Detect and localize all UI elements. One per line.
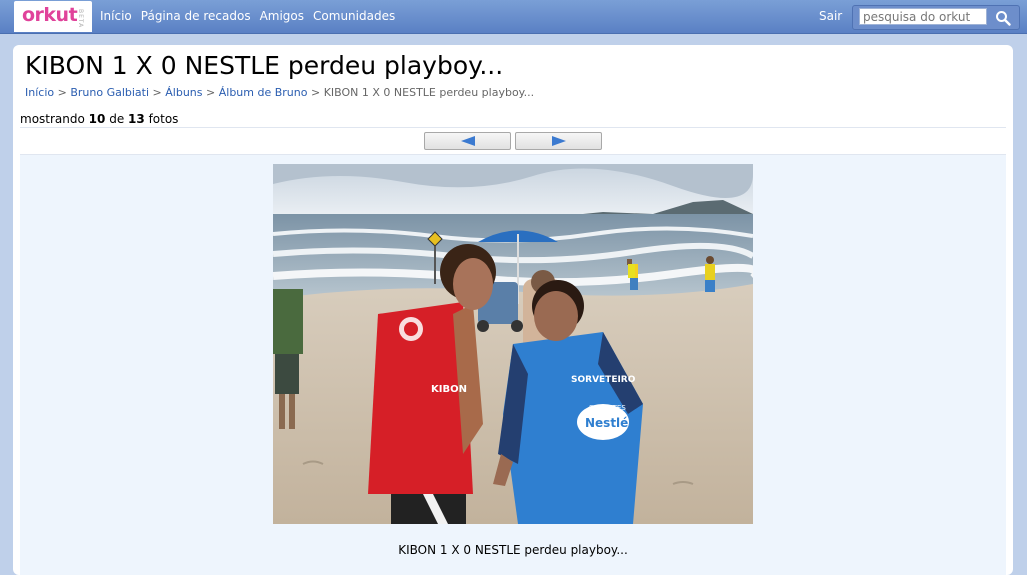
orkut-logo[interactable]: orkut BETA — [14, 1, 92, 32]
nestle-shirt-logo: Nestlé — [585, 416, 628, 430]
breadcrumb-albuns[interactable]: Álbuns — [165, 86, 202, 99]
main-nav: Início Página de recados Amigos Comunida… — [100, 9, 395, 23]
breadcrumb-album[interactable]: Álbum de Bruno — [219, 86, 308, 99]
breadcrumb-user[interactable]: Bruno Galbiati — [70, 86, 149, 99]
counter-prefix: mostrando — [20, 112, 85, 126]
breadcrumb-separator: > — [310, 86, 321, 99]
breadcrumb-separator: > — [206, 86, 216, 99]
nav-item-amigos[interactable]: Amigos — [260, 9, 304, 23]
counter-suffix: fotos — [148, 112, 179, 126]
main-panel: KIBON 1 X 0 NESTLE perdeu playboy... Iní… — [13, 45, 1013, 575]
search-input[interactable] — [859, 8, 987, 25]
sorveteiro-shirt-text: SORVETEIRO — [571, 375, 636, 385]
search-box — [852, 5, 1020, 30]
counter-total: 13 — [128, 112, 145, 126]
breadcrumb-current: KIBON 1 X 0 NESTLE perdeu playboy... — [323, 86, 535, 99]
nav-item-comunidades[interactable]: Comunidades — [313, 9, 395, 23]
nav-item-inicio[interactable]: Início — [100, 9, 132, 23]
breadcrumb: Início > Bruno Galbiati > Álbuns > Álbum… — [25, 86, 534, 99]
logo-text: orkut — [22, 4, 78, 26]
kibon-shirt-text: KIBON — [431, 384, 467, 395]
breadcrumb-separator: > — [57, 86, 67, 99]
next-photo-button[interactable] — [515, 132, 602, 150]
divider — [20, 127, 1006, 128]
arrow-right-icon — [551, 136, 566, 146]
search-button[interactable] — [992, 7, 1014, 28]
nav-item-recados[interactable]: Página de recados — [141, 9, 251, 23]
previous-photo-button[interactable] — [424, 132, 511, 150]
photo-counter: mostrando 10 de 13 fotos — [20, 112, 178, 126]
breadcrumb-separator: > — [152, 86, 162, 99]
breadcrumb-inicio[interactable]: Início — [25, 86, 54, 99]
photo[interactable]: KIBON SORVETEIRO SORVETES Nestlé — [273, 164, 753, 524]
photo-caption: KIBON 1 X 0 NESTLE perdeu playboy... — [398, 543, 628, 557]
counter-current: 10 — [88, 112, 106, 126]
top-bar: orkut BETA Início Página de recados Amig… — [0, 0, 1027, 34]
logout-link[interactable]: Sair — [819, 9, 842, 23]
page-title: KIBON 1 X 0 NESTLE perdeu playboy... — [25, 51, 504, 80]
counter-mid: de — [109, 112, 125, 126]
logo-beta-tag: BETA — [77, 9, 84, 29]
photo-area: KIBON SORVETEIRO SORVETES Nestlé KIBON 1… — [20, 155, 1006, 575]
beach-photo-illustration: KIBON SORVETEIRO SORVETES Nestlé — [273, 164, 753, 524]
arrow-left-icon — [460, 136, 475, 146]
search-icon — [996, 10, 1011, 26]
